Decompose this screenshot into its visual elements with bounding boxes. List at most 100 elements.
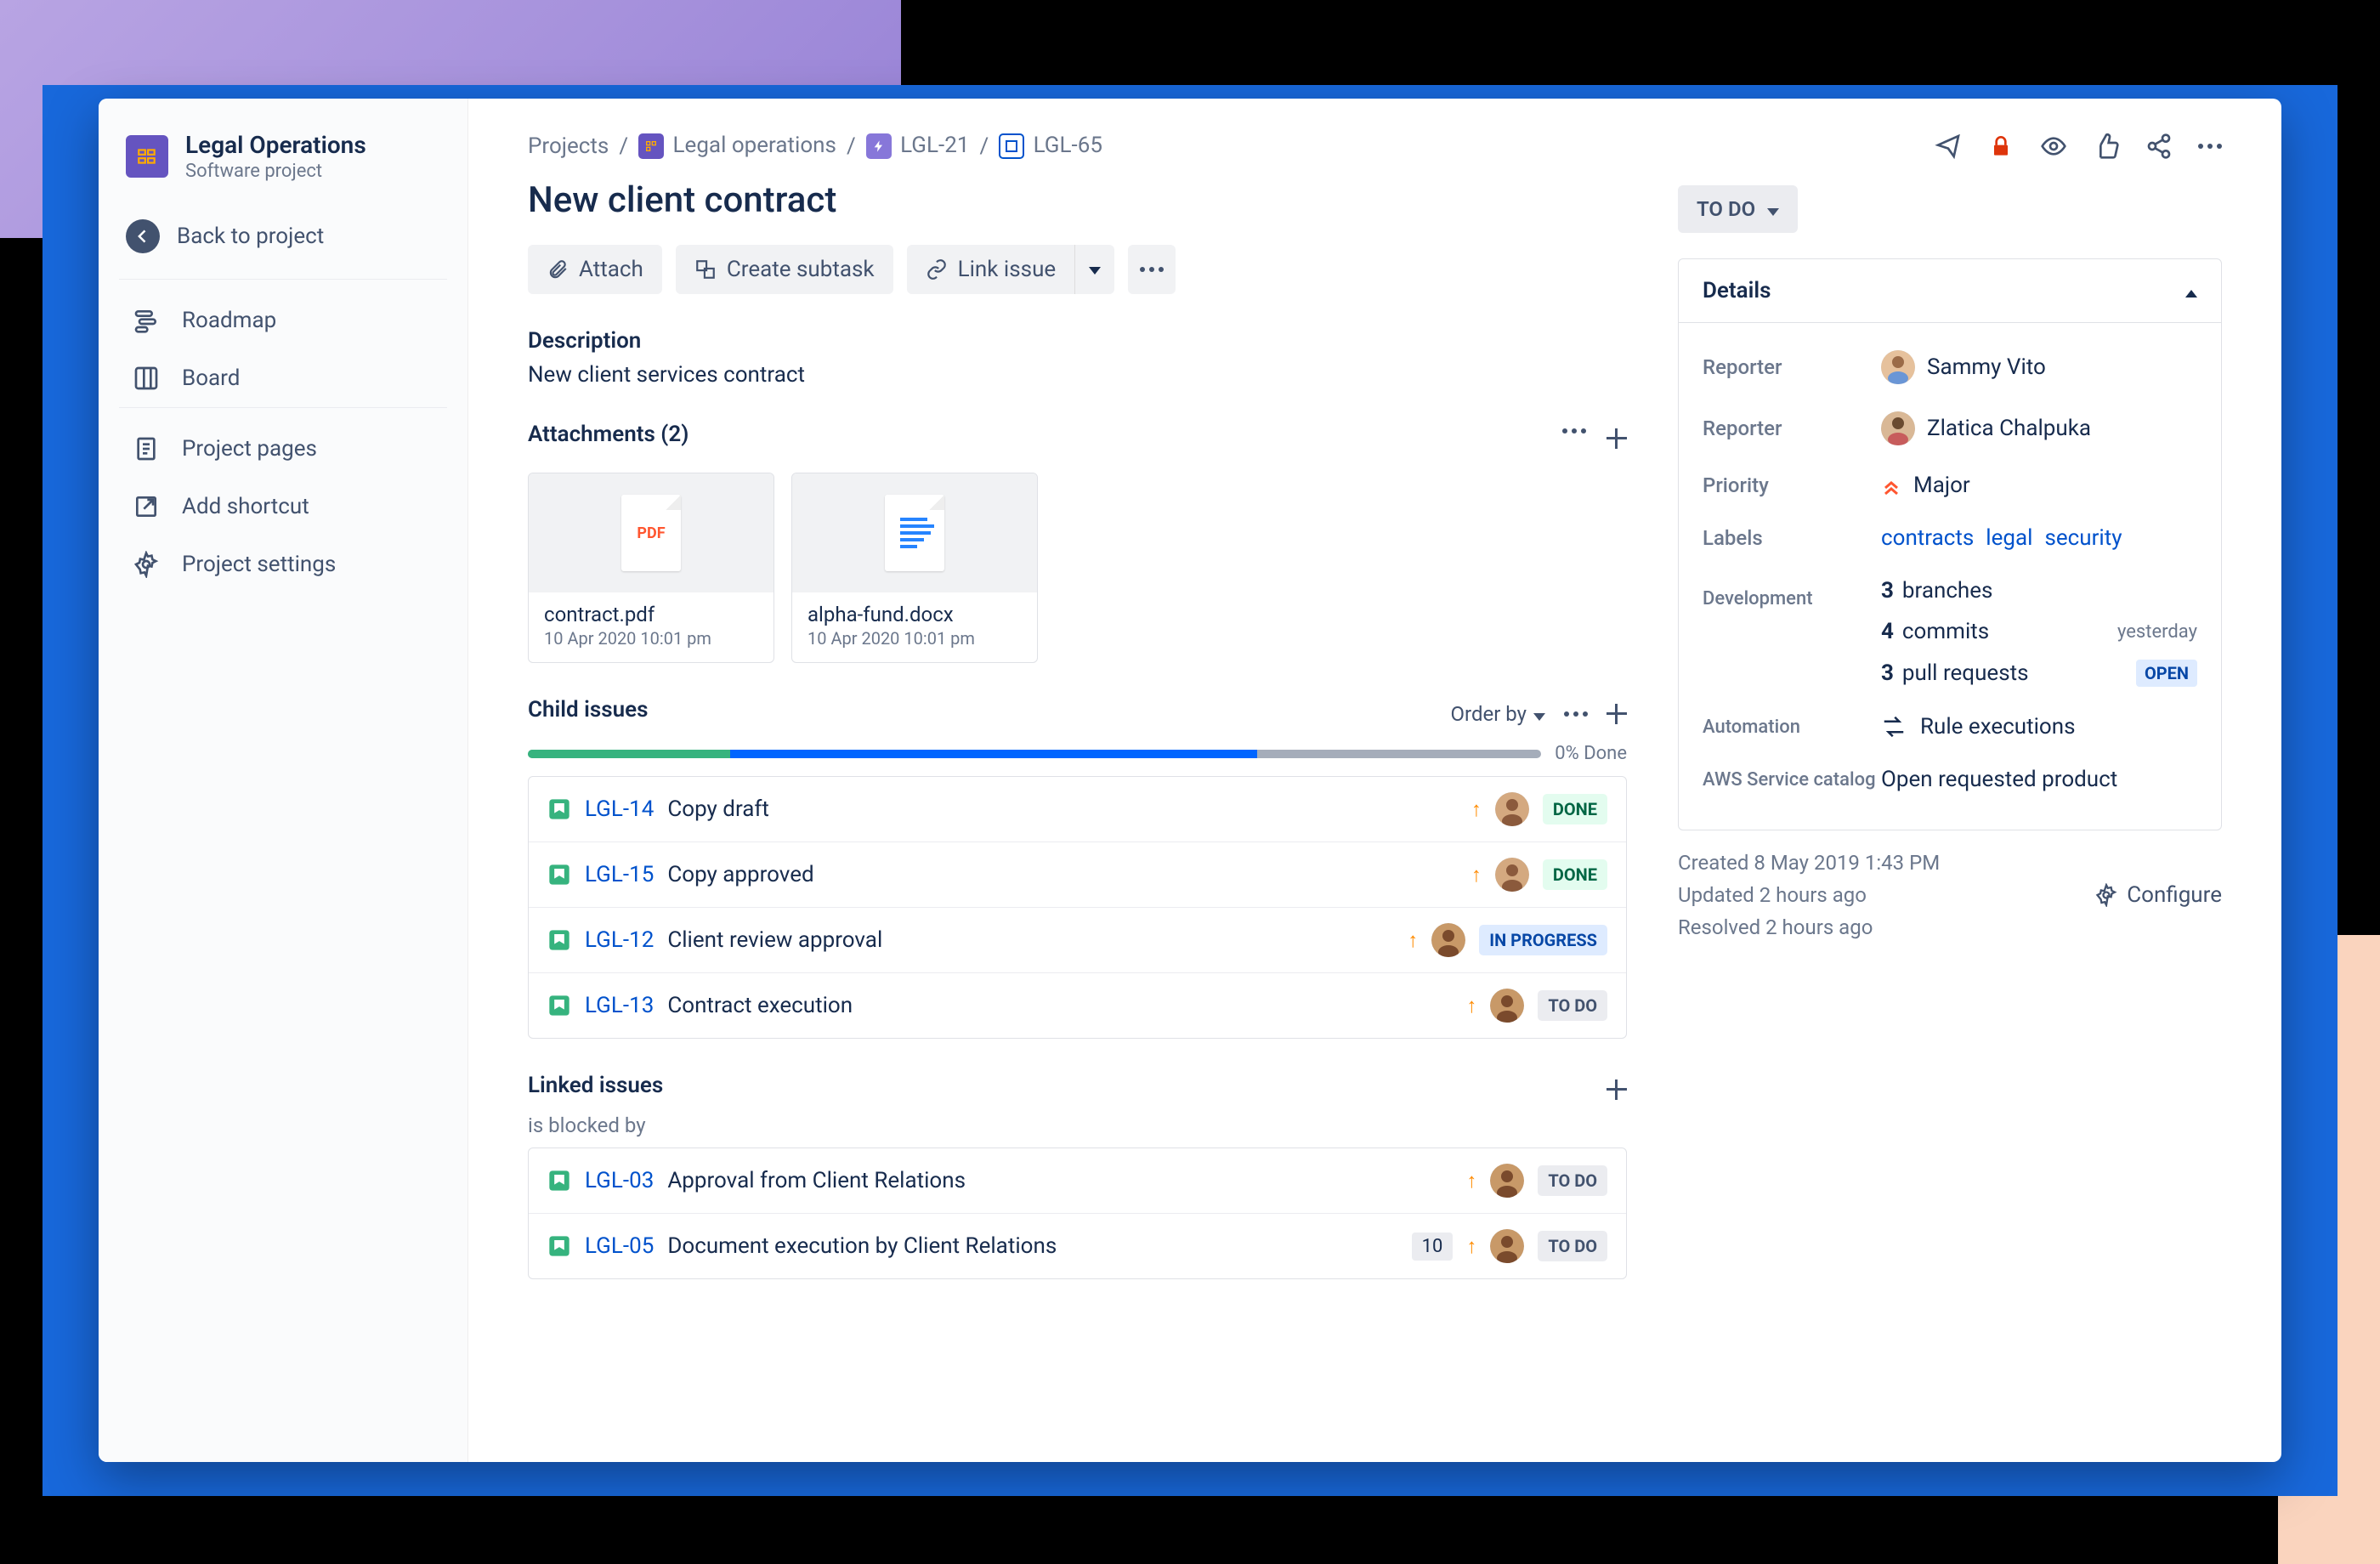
feedback-icon[interactable] <box>1935 133 1962 160</box>
child-issue-row[interactable]: LGL-12 Client review approval ↑ IN PROGR… <box>529 908 1626 973</box>
order-by-dropdown[interactable]: Order by <box>1451 702 1545 726</box>
back-to-project[interactable]: Back to project <box>99 207 468 279</box>
issue-type-icon <box>547 1234 571 1258</box>
issue-summary: Contract execution <box>667 993 1453 1018</box>
attachments-more-icon[interactable] <box>1562 428 1586 449</box>
linked-issue-row[interactable]: LGL-03 Approval from Client Relations ↑ … <box>529 1148 1626 1214</box>
label-chip[interactable]: legal <box>1986 525 2032 551</box>
priority-up-icon: ↑ <box>1471 863 1482 887</box>
field-labels[interactable]: Labels contracts legal security <box>1703 512 2197 564</box>
dev-commits[interactable]: 4 commitsyesterday <box>1881 619 2197 644</box>
assignee-avatar[interactable] <box>1495 792 1529 826</box>
progress-label: 0% Done <box>1555 743 1627 764</box>
header-action-icons <box>1678 133 2222 160</box>
issue-key[interactable]: LGL-14 <box>585 796 654 822</box>
field-priority[interactable]: Priority Major <box>1703 459 2197 512</box>
back-arrow-icon <box>126 219 160 253</box>
issue-key[interactable]: LGL-12 <box>585 927 654 953</box>
field-automation[interactable]: Automation Rule executions <box>1703 700 2197 753</box>
main-content: Projects / Legal operations / LGL-21 / L… <box>468 99 2281 1462</box>
breadcrumb-root[interactable]: Projects <box>528 133 609 159</box>
progress-bar: 0% Done <box>528 743 1627 764</box>
status-badge[interactable]: DONE <box>1543 794 1607 824</box>
assignee-avatar[interactable] <box>1495 858 1529 892</box>
label-chip[interactable]: contracts <box>1881 525 1974 551</box>
status-badge[interactable]: TO DO <box>1538 1165 1607 1196</box>
status-badge[interactable]: TO DO <box>1538 1231 1607 1261</box>
details-header[interactable]: Details <box>1679 259 2221 323</box>
created-meta: Created 8 May 2019 1:43 PM <box>1678 851 1940 875</box>
issue-key[interactable]: LGL-13 <box>585 993 654 1018</box>
attachment-card[interactable]: alpha-fund.docx 10 Apr 2020 10:01 pm <box>791 473 1038 663</box>
status-badge[interactable]: IN PROGRESS <box>1479 925 1607 955</box>
add-attachment-icon[interactable] <box>1606 428 1627 449</box>
user-avatar <box>1881 411 1915 445</box>
issue-type-icon <box>547 928 571 952</box>
attachment-name: alpha-fund.docx <box>808 603 1022 626</box>
open-badge: OPEN <box>2136 660 2197 687</box>
issue-right-column: TO DO Details Reporter Sammy Vito <box>1678 133 2222 1428</box>
issue-key[interactable]: LGL-15 <box>585 862 654 887</box>
attach-icon <box>547 258 569 280</box>
create-subtask-button[interactable]: Create subtask <box>676 245 893 294</box>
divider <box>119 279 447 280</box>
attachment-date: 10 Apr 2020 10:01 pm <box>808 628 1022 649</box>
share-icon[interactable] <box>2145 133 2173 160</box>
watch-icon[interactable] <box>2040 133 2067 160</box>
story-chip-icon <box>999 133 1024 159</box>
sidebar-item-label: Roadmap <box>182 308 276 333</box>
status-badge[interactable]: DONE <box>1543 859 1607 890</box>
assignee-avatar[interactable] <box>1490 989 1524 1023</box>
thumbs-up-icon[interactable] <box>2093 133 2120 160</box>
add-linked-issue-icon[interactable] <box>1606 1080 1627 1100</box>
child-issues-list: LGL-14 Copy draft ↑ DONE LGL-15 Copy app… <box>528 776 1627 1039</box>
sidebar-item-board[interactable]: Board <box>99 349 468 407</box>
breadcrumb-sep: / <box>979 133 989 159</box>
field-reporter[interactable]: Reporter Sammy Vito <box>1703 337 2197 398</box>
more-actions-button[interactable] <box>1128 245 1176 294</box>
issue-summary: Copy draft <box>667 796 1458 822</box>
dev-branches[interactable]: 3 branches <box>1881 578 2197 604</box>
label-chip[interactable]: security <box>2044 525 2122 551</box>
sidebar-item-pages[interactable]: Project pages <box>99 420 468 478</box>
link-issue-dropdown[interactable] <box>1074 245 1114 294</box>
assignee-avatar[interactable] <box>1490 1164 1524 1198</box>
breadcrumb-project[interactable]: Legal operations <box>638 133 836 159</box>
status-dropdown[interactable]: TO DO <box>1678 185 1798 233</box>
more-icon[interactable] <box>2198 133 2222 160</box>
issue-title[interactable]: New client contract <box>528 179 1627 221</box>
breadcrumb-current[interactable]: LGL-65 <box>999 133 1102 159</box>
sidebar-item-settings[interactable]: Project settings <box>99 536 468 593</box>
sidebar-item-label: Add shortcut <box>182 494 309 519</box>
issue-summary: Approval from Client Relations <box>667 1168 1453 1193</box>
field-reporter[interactable]: Reporter Zlatica Chalpuka <box>1703 398 2197 459</box>
child-issues-more-icon[interactable] <box>1564 711 1588 717</box>
dev-pull-requests[interactable]: 3 pull requestsOPEN <box>1881 660 2197 687</box>
project-header: Legal Operations Software project <box>99 124 468 207</box>
assignee-avatar[interactable] <box>1490 1229 1524 1263</box>
child-issue-row[interactable]: LGL-14 Copy draft ↑ DONE <box>529 777 1626 842</box>
add-child-issue-icon[interactable] <box>1606 704 1627 724</box>
issue-summary: Document execution by Client Relations <box>667 1233 1397 1259</box>
attach-button[interactable]: Attach <box>528 245 662 294</box>
sidebar-item-shortcut[interactable]: Add shortcut <box>99 478 468 536</box>
issue-type-icon <box>547 994 571 1017</box>
project-subtitle: Software project <box>185 161 366 182</box>
sidebar-item-roadmap[interactable]: Roadmap <box>99 292 468 349</box>
issue-key[interactable]: LGL-03 <box>585 1168 654 1193</box>
field-aws-catalog[interactable]: AWS Service catalog Open requested produ… <box>1703 753 2197 806</box>
status-badge[interactable]: TO DO <box>1538 990 1607 1021</box>
issue-key[interactable]: LGL-05 <box>585 1233 654 1259</box>
child-issue-row[interactable]: LGL-13 Contract execution ↑ TO DO <box>529 973 1626 1038</box>
assignee-avatar[interactable] <box>1431 923 1465 957</box>
attachment-card[interactable]: PDF contract.pdf 10 Apr 2020 10:01 pm <box>528 473 774 663</box>
attachment-date: 10 Apr 2020 10:01 pm <box>544 628 758 649</box>
breadcrumb-epic[interactable]: LGL-21 <box>866 133 970 159</box>
issue-left-column: Projects / Legal operations / LGL-21 / L… <box>528 133 1627 1428</box>
linked-issue-row[interactable]: LGL-05 Document execution by Client Rela… <box>529 1214 1626 1278</box>
description-text[interactable]: New client services contract <box>528 362 1627 388</box>
lock-icon[interactable] <box>1987 133 2014 160</box>
child-issue-row[interactable]: LGL-15 Copy approved ↑ DONE <box>529 842 1626 908</box>
configure-button[interactable]: Configure <box>2094 851 2222 939</box>
link-issue-button[interactable]: Link issue <box>907 245 1075 294</box>
